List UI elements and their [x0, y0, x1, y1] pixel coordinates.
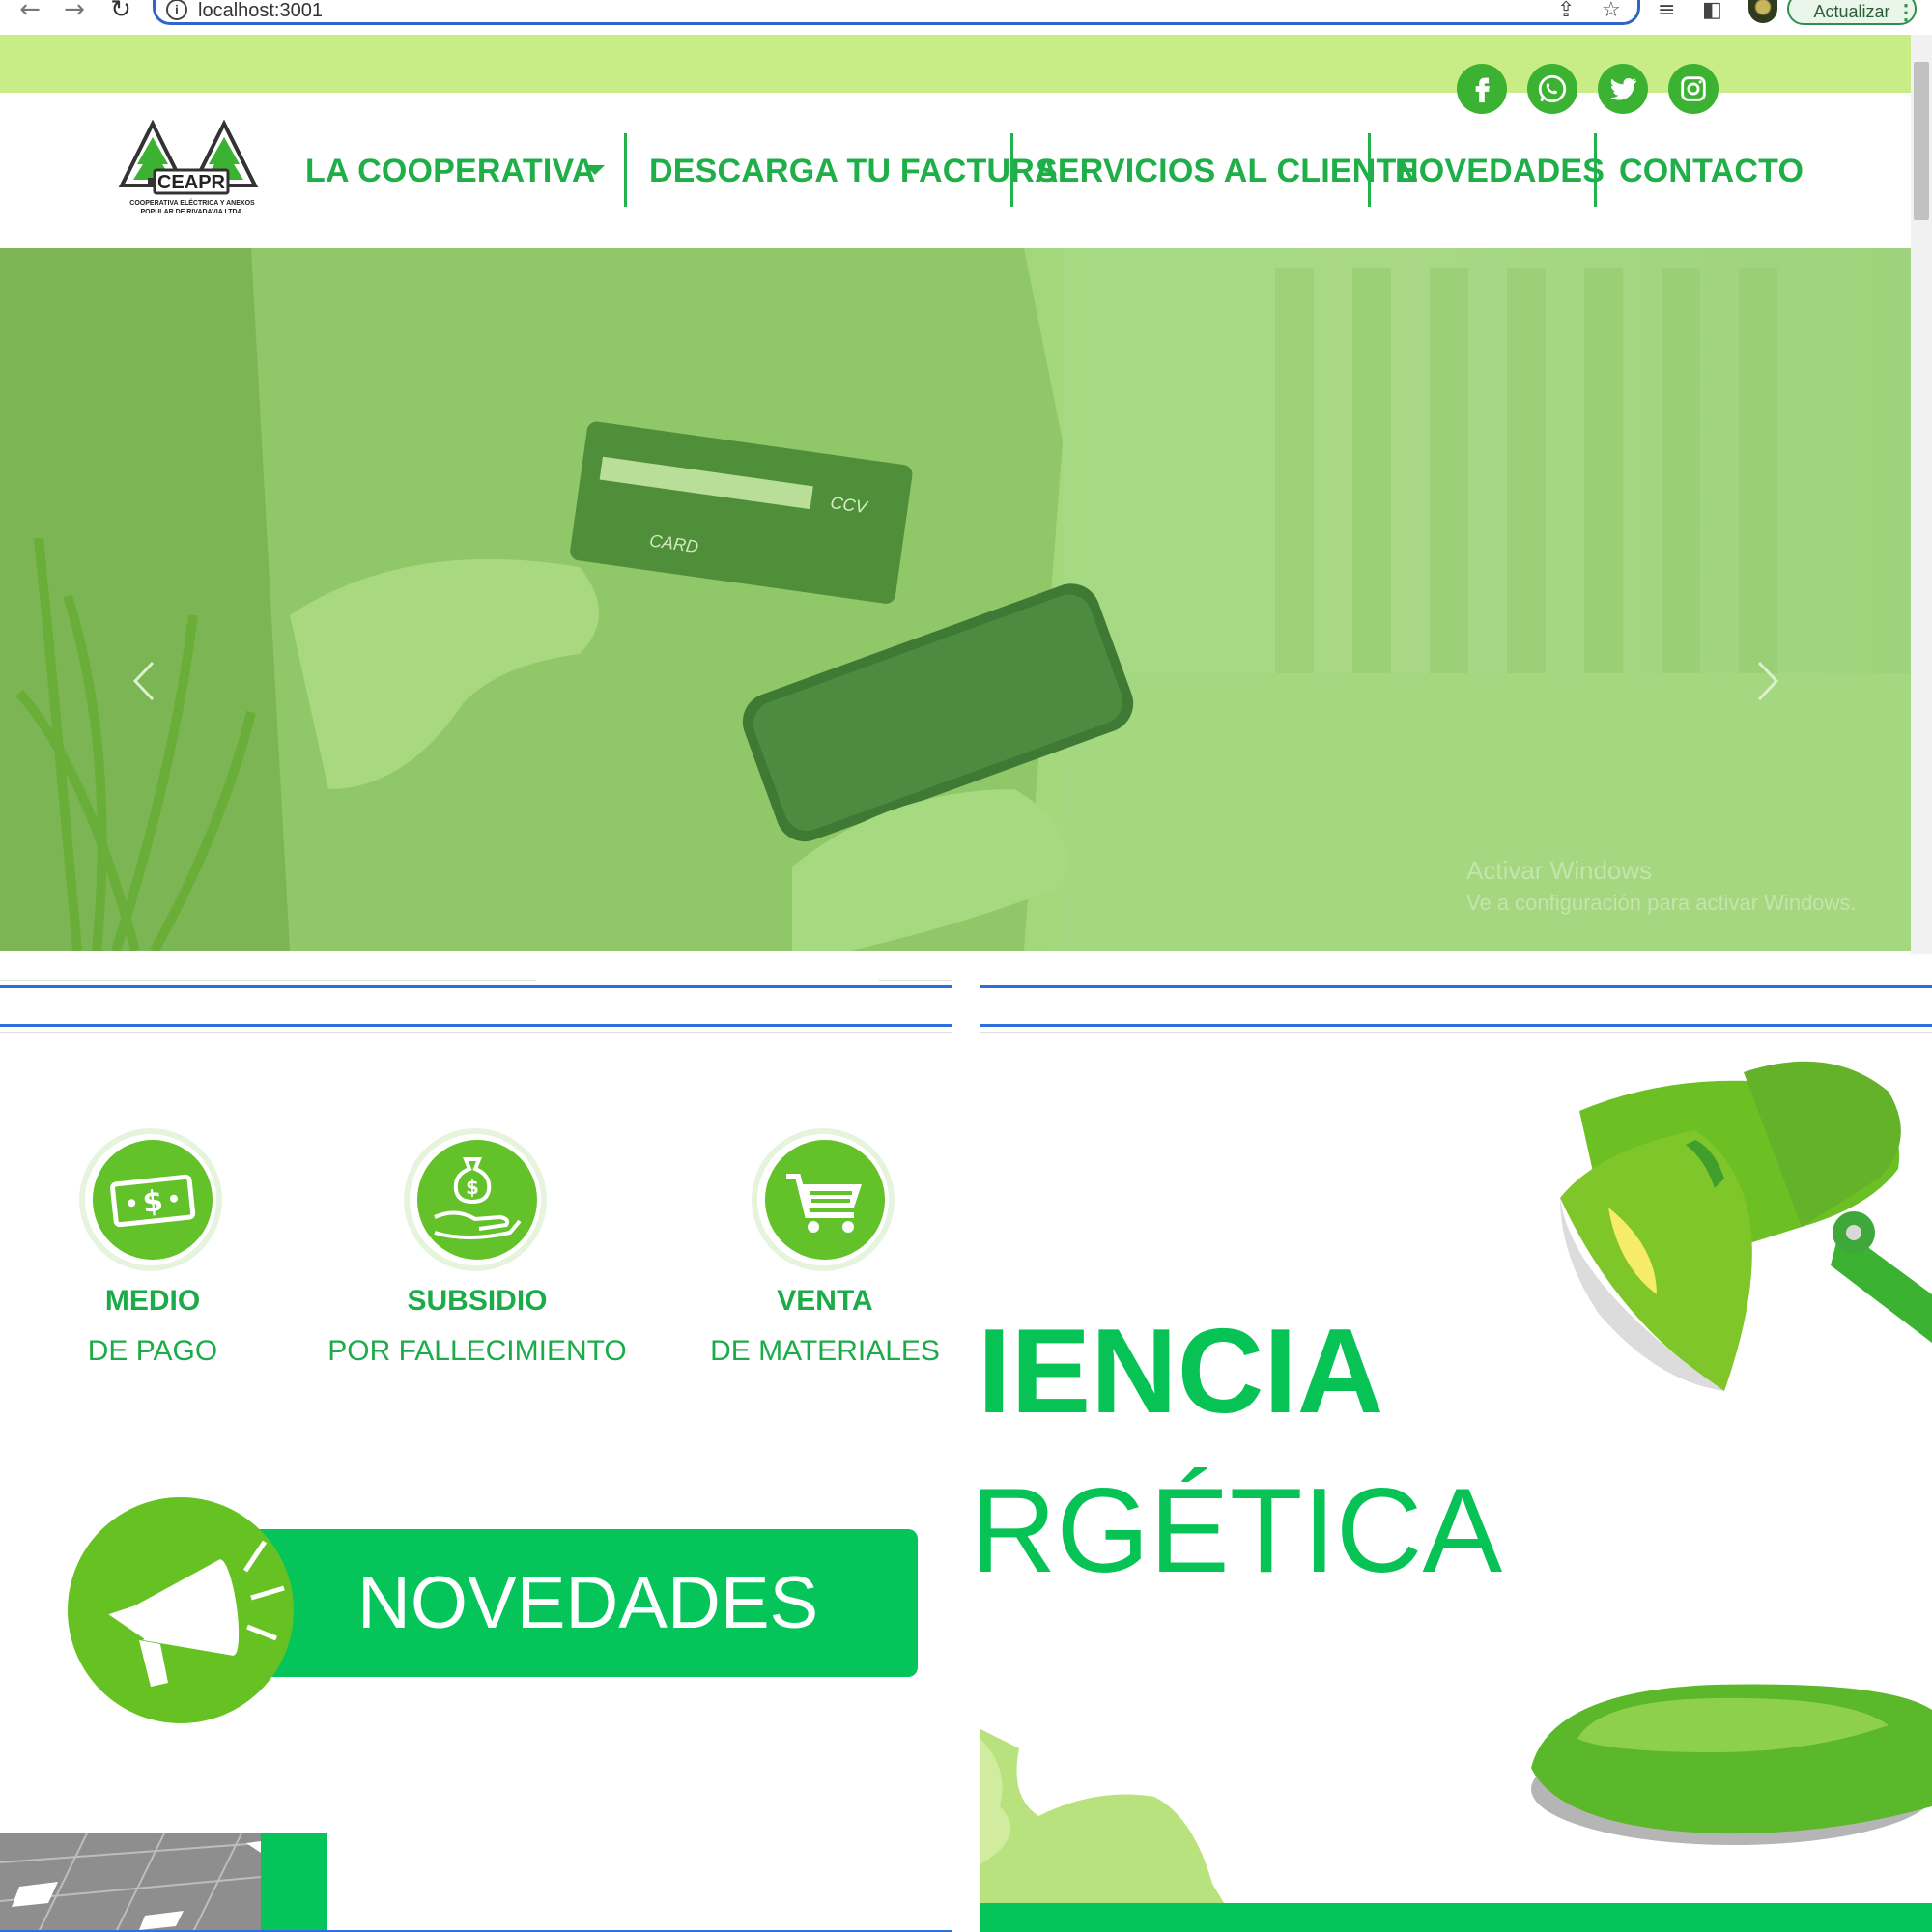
frame-border — [980, 1024, 1932, 1027]
address-bar-url[interactable]: localhost:3001 — [198, 0, 323, 21]
svg-text:$: $ — [466, 1176, 479, 1199]
service-title: SUBSIDIO — [407, 1285, 548, 1317]
hero-image: CCV CARD — [0, 248, 1911, 951]
nav-divider — [1594, 133, 1597, 207]
novedades-badge — [68, 1497, 294, 1723]
service-title: MEDIO — [104, 1285, 201, 1317]
nav-divider — [1010, 133, 1013, 207]
svg-text:$: $ — [141, 1184, 164, 1220]
address-bar[interactable] — [153, 0, 1640, 25]
logo-name: CEAPR — [157, 172, 226, 193]
frame-border — [0, 985, 952, 988]
logo-caption: COOPERATIVA ELÉCTRICA Y ANEXOS POPULAR D… — [114, 199, 270, 216]
facebook-icon[interactable] — [1457, 64, 1507, 114]
money-bag-hand-icon: $ — [434, 1157, 522, 1239]
whatsapp-icon[interactable] — [1527, 64, 1577, 114]
nav-descarga-tu-factura[interactable]: DESCARGA TU FACTURA — [649, 147, 1059, 195]
reading-list-icon[interactable]: ≡ — [1658, 0, 1675, 21]
efficiency-title-line2: RGÉTICA — [970, 1464, 1503, 1598]
windows-watermark-subtitle: Ve a configuración para activar Windows. — [1466, 891, 1857, 915]
nav-novedades[interactable]: NOVEDADES — [1395, 147, 1605, 195]
efficiency-title-line1: IENCIA — [978, 1305, 1384, 1438]
service-venta-de-materiales[interactable] — [765, 1140, 885, 1260]
bookmark-star-icon[interactable]: ☆ — [1602, 0, 1621, 21]
instagram-icon[interactable] — [1668, 64, 1719, 114]
shopping-cart-icon — [786, 1174, 862, 1233]
forward-arrow-icon[interactable]: → — [60, 0, 89, 23]
service-subtitle: POR FALLECIMIENTO — [327, 1335, 627, 1367]
carousel-prev-icon[interactable] — [129, 657, 158, 705]
carousel-next-icon[interactable] — [1753, 657, 1782, 705]
novedades-title: NOVEDADES — [357, 1562, 819, 1644]
nav-servicios-al-cliente[interactable]: SERVICIOS AL CLIENTE — [1036, 147, 1418, 195]
divider — [0, 980, 536, 981]
site-info-icon[interactable]: i — [166, 0, 187, 20]
back-arrow-icon[interactable]: ← — [15, 0, 44, 23]
nav-contacto[interactable]: CONTACTO — [1619, 147, 1804, 195]
share-icon[interactable]: ⇪ — [1557, 0, 1575, 21]
frame-border — [0, 1024, 952, 1027]
service-subtitle: DE PAGO — [87, 1335, 218, 1367]
windows-watermark-title: Activar Windows — [1466, 856, 1653, 885]
hero-carousel: CCV CARD — [0, 248, 1911, 951]
service-title: VENTA — [777, 1285, 873, 1317]
nav-divider — [624, 133, 627, 207]
chevron-down-icon[interactable] — [585, 165, 605, 175]
kebab-menu-icon[interactable]: ⋮ — [1895, 0, 1917, 25]
frame-border — [980, 985, 1932, 988]
twitter-icon[interactable] — [1598, 64, 1648, 114]
logo-caption-line2: POPULAR DE RIVADAVIA LTDA. — [140, 209, 244, 215]
divider — [879, 980, 952, 981]
scrollbar-thumb[interactable] — [1914, 62, 1929, 220]
side-panel-icon[interactable]: ◧ — [1702, 0, 1722, 21]
efficiency-footer-bar — [980, 1903, 1932, 1932]
nav-divider — [1368, 133, 1371, 207]
news-accent — [261, 1833, 327, 1932]
logo-caption-line1: COOPERATIVA ELÉCTRICA Y ANEXOS — [129, 200, 255, 207]
service-subsidio[interactable]: $ — [417, 1140, 537, 1260]
reload-icon[interactable]: ↻ — [106, 0, 135, 23]
megaphone-icon — [104, 1540, 285, 1687]
divider — [0, 1032, 952, 1033]
nav-la-cooperativa[interactable]: LA COOPERATIVA — [305, 147, 596, 195]
service-medio-de-pago[interactable]: $ — [93, 1140, 213, 1260]
service-subtitle: DE MATERIALES — [710, 1335, 940, 1367]
divider — [980, 1032, 1932, 1033]
money-icon: $ — [110, 1174, 196, 1228]
news-thumbnail[interactable] — [0, 1833, 261, 1932]
